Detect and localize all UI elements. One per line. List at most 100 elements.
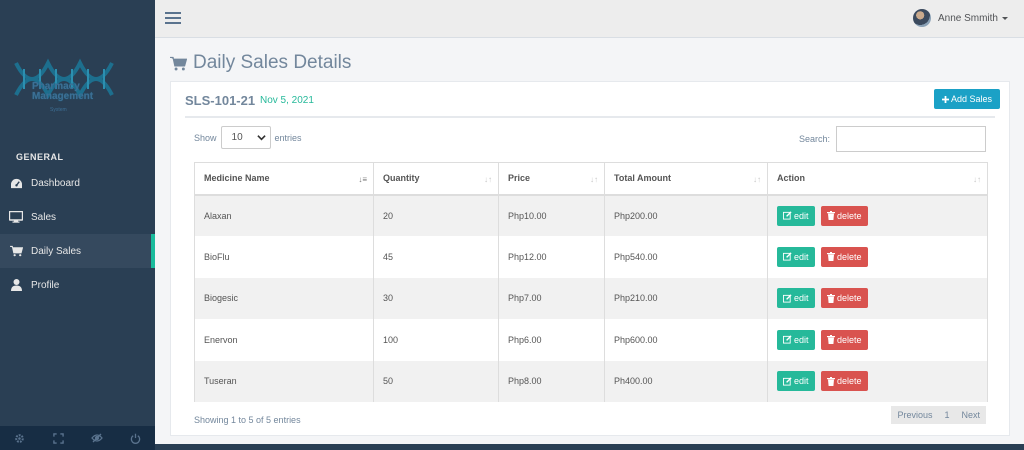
panel-header: SLS-101-21 Nov 5, 2021 Add Sales	[185, 89, 1000, 118]
pagination-previous[interactable]: Previous	[891, 406, 938, 424]
show-label: Show	[194, 132, 217, 143]
chevron-down-icon	[256, 135, 266, 141]
cell-quantity: 30	[373, 277, 499, 319]
user-icon	[9, 278, 23, 292]
column-header-quantity[interactable]: Quantity ↓↑	[373, 162, 499, 196]
sales-table: Medicine Name ↓≡ Quantity ↓↑ Price ↓↑ Total…	[194, 162, 988, 402]
cell-medicine-name: Biogesic	[194, 277, 374, 319]
search-label: Search:	[798, 134, 830, 144]
sort-icon: ↓↑	[590, 175, 598, 184]
delete-button[interactable]: delete	[821, 329, 868, 350]
cell-total: Php210.00	[604, 277, 768, 319]
cell-total: Php200.00	[604, 194, 768, 236]
sidebar-item-sales[interactable]: Sales	[0, 200, 155, 234]
edit-icon	[783, 335, 792, 344]
menu-toggle-icon[interactable]	[165, 12, 181, 26]
edit-icon	[783, 377, 792, 386]
cell-total: Php600.00	[604, 319, 768, 361]
cell-quantity: 45	[373, 236, 499, 278]
edit-button[interactable]: edit	[777, 329, 815, 350]
table-row: Alaxan 20 Php10.00 Php200.00 edit delete	[194, 194, 988, 236]
caret-down-icon	[1002, 16, 1008, 20]
cell-medicine-name: Alaxan	[194, 194, 374, 236]
dna-logo-icon	[14, 58, 114, 100]
sidebar-item-label: Profile	[31, 279, 60, 291]
edit-button[interactable]: edit	[777, 288, 815, 309]
delete-button[interactable]: delete	[821, 205, 868, 226]
top-navbar: Anne Smmith	[155, 0, 1024, 38]
plus-icon	[941, 95, 949, 103]
entries-label: entries	[274, 132, 302, 143]
logo-title: Pharmacy Management	[32, 81, 94, 102]
table-row: Biogesic 30 Php7.00 Php210.00 edit delet…	[194, 277, 988, 319]
sort-asc-icon: ↓≡	[358, 175, 367, 184]
edit-button[interactable]: edit	[777, 371, 815, 392]
entries-value: 10	[231, 132, 243, 143]
sale-date: Nov 5, 2021	[260, 95, 314, 106]
cell-quantity: 100	[373, 319, 499, 361]
cell-action: edit delete	[767, 236, 988, 278]
table-info: Showing 1 to 5 of 5 entries	[194, 415, 301, 425]
pagination: Previous 1 Next	[891, 406, 986, 424]
table-header-row: Medicine Name ↓≡ Quantity ↓↑ Price ↓↑ Total…	[194, 162, 988, 196]
bottom-bar	[155, 444, 1024, 450]
delete-button[interactable]: delete	[821, 246, 868, 267]
trash-icon	[827, 252, 836, 262]
avatar	[912, 9, 931, 27]
cell-quantity: 50	[373, 360, 499, 402]
column-header-total-amount[interactable]: Total Amount ↓↑	[604, 162, 768, 196]
cell-quantity: 20	[373, 194, 499, 236]
sales-panel: SLS-101-21 Nov 5, 2021 Add Sales Show 10…	[170, 81, 1010, 436]
edit-button[interactable]: edit	[777, 246, 815, 267]
trash-icon	[827, 293, 836, 303]
sidebar-item-label: Dashboard	[31, 177, 80, 189]
sidebar: Pharmacy Management System GENERAL Dashb…	[0, 0, 155, 450]
sale-code: SLS-101-21	[185, 93, 256, 108]
power-icon[interactable]	[116, 426, 155, 450]
cart-icon	[9, 244, 23, 258]
gear-icon[interactable]	[0, 426, 39, 450]
cell-total: Php540.00	[604, 236, 768, 278]
edit-button[interactable]: edit	[777, 205, 815, 226]
page-title-text: Daily Sales Details	[193, 52, 352, 73]
column-header-price[interactable]: Price ↓↑	[498, 162, 605, 196]
entries-select[interactable]: 10	[220, 126, 271, 149]
add-sales-button[interactable]: Add Sales	[934, 89, 1000, 109]
edit-icon	[783, 211, 792, 220]
page-title: Daily Sales Details	[170, 52, 351, 74]
logo-subtitle: System	[50, 107, 67, 113]
cell-action: edit delete	[767, 194, 988, 236]
cart-icon	[170, 56, 187, 70]
cell-medicine-name: Tuseran	[194, 360, 374, 402]
table-row: Enervon 100 Php6.00 Php600.00 edit delet…	[194, 319, 988, 361]
table-row: Tuseran 50 Php8.00 Ph400.00 edit delete	[194, 360, 988, 402]
eye-slash-icon[interactable]	[78, 426, 117, 450]
cell-action: edit delete	[767, 319, 988, 361]
sort-icon: ↓↑	[973, 175, 981, 184]
edit-icon	[783, 294, 792, 303]
cell-medicine-name: BioFlu	[194, 236, 374, 278]
cell-action: edit delete	[767, 360, 988, 402]
cell-medicine-name: Enervon	[194, 319, 374, 361]
trash-icon	[827, 211, 836, 221]
trash-icon	[827, 335, 836, 345]
delete-button[interactable]: delete	[821, 288, 868, 309]
column-header-medicine-name[interactable]: Medicine Name ↓≡	[194, 162, 374, 196]
sidebar-item-dashboard[interactable]: Dashboard	[0, 166, 155, 200]
pagination-page-1[interactable]: 1	[938, 406, 955, 424]
user-name: Anne Smmith	[937, 12, 998, 24]
sidebar-menu: Dashboard Sales Daily Sales Profile	[0, 166, 155, 302]
search-input[interactable]	[836, 126, 986, 152]
cell-price: Php10.00	[498, 194, 605, 236]
fullscreen-icon[interactable]	[39, 426, 78, 450]
sidebar-item-profile[interactable]: Profile	[0, 268, 155, 302]
menu-section-label: GENERAL	[16, 152, 64, 162]
user-menu[interactable]: Anne Smmith	[912, 9, 1008, 27]
delete-button[interactable]: delete	[821, 371, 868, 392]
sort-icon: ↓↑	[753, 175, 761, 184]
sidebar-item-daily-sales[interactable]: Daily Sales	[0, 234, 155, 268]
cell-price: Php12.00	[498, 236, 605, 278]
pagination-next[interactable]: Next	[955, 406, 986, 424]
cell-price: Php8.00	[498, 360, 605, 402]
column-header-action[interactable]: Action ↓↑	[767, 162, 988, 196]
